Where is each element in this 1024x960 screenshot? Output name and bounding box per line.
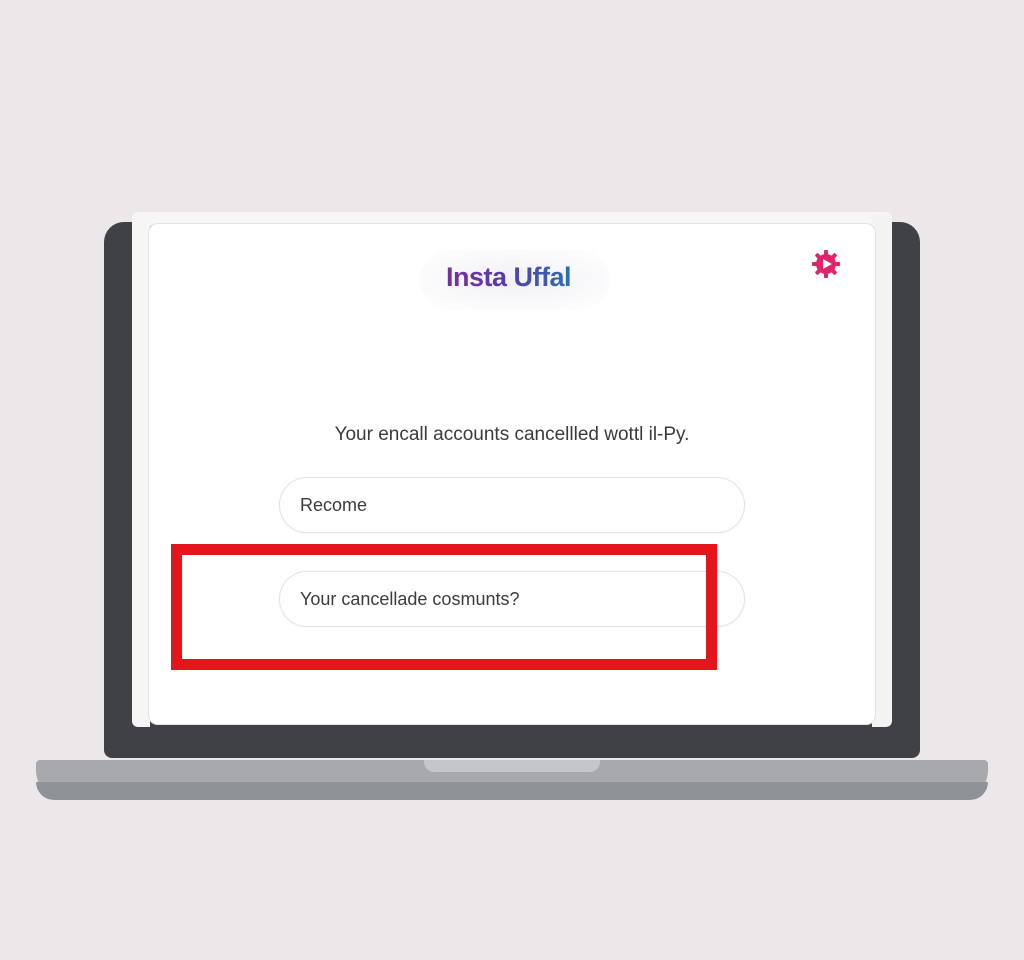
recome-field[interactable] (279, 477, 745, 533)
app-logo: Insta Uffal (446, 262, 572, 292)
laptop-notch (424, 760, 600, 772)
gear-play-icon (812, 250, 840, 278)
cancellation-input[interactable] (300, 572, 720, 626)
recome-input[interactable] (300, 478, 720, 532)
laptop-base-lower (36, 782, 988, 800)
status-message: Your encall accounts cancellled wottl il… (334, 424, 690, 445)
settings-button[interactable] (810, 248, 842, 280)
laptop-scene: Insta Uffal Your encall accounts cancell… (0, 0, 1024, 960)
cancellation-field[interactable] (279, 571, 745, 627)
